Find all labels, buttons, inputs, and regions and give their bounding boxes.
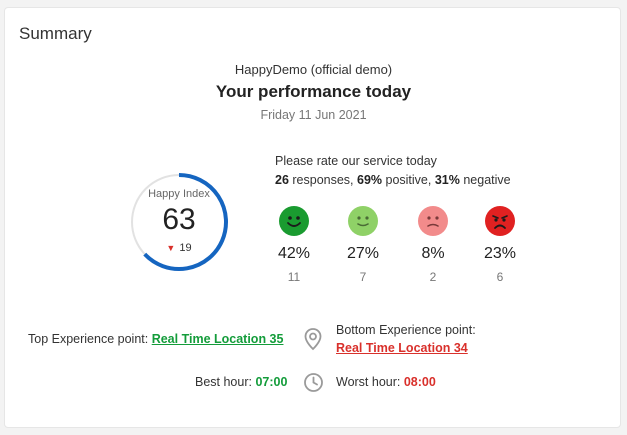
bottom-experience-link[interactable]: Real Time Location 34 bbox=[336, 341, 468, 355]
card-title: Summary bbox=[19, 24, 92, 43]
very-happy-count: 11 bbox=[287, 270, 301, 284]
company-name: HappyDemo (official demo) bbox=[234, 62, 393, 77]
report-date: Friday 11 Jun 2021 bbox=[260, 108, 367, 122]
rating-level-very-happy: 42% 11 bbox=[264, 206, 324, 284]
rating-level-very-sad: 23% 6 bbox=[470, 206, 530, 284]
down-triangle-icon: ▼ bbox=[166, 243, 176, 253]
very-sad-face-icon bbox=[485, 206, 515, 236]
clock-icon bbox=[304, 373, 323, 392]
map-pin-icon bbox=[304, 328, 322, 351]
rating-level-happy: 27% 7 bbox=[333, 206, 393, 284]
rating-stats: 26 responses, 69% positive, 31% negative bbox=[275, 173, 511, 187]
performance-heading: Your performance today bbox=[215, 82, 412, 101]
positive-percent: 69% bbox=[357, 173, 383, 187]
negative-percent: 31% bbox=[434, 173, 460, 187]
happy-index-label: Happy Index bbox=[148, 188, 210, 200]
sad-face-icon bbox=[418, 206, 448, 236]
happy-index-change-value: 19 bbox=[179, 242, 192, 254]
happy-index-gauge: Happy Index 63 ▼ 19 bbox=[129, 158, 229, 288]
happy-index-change: ▼ 19 bbox=[129, 242, 229, 254]
bottom-experience-label: Bottom Experience point: bbox=[336, 323, 476, 337]
best-hour: Best hour: 07:00 bbox=[195, 375, 287, 389]
summary-card: Summary HappyDemo (official demo) Your p… bbox=[4, 7, 621, 428]
sad-count: 2 bbox=[429, 270, 437, 284]
happy-percent: 27% bbox=[346, 245, 380, 262]
very-happy-percent: 42% bbox=[277, 245, 311, 262]
very-sad-count: 6 bbox=[496, 270, 504, 284]
top-experience-link[interactable]: Real Time Location 35 bbox=[152, 332, 284, 346]
happy-count: 7 bbox=[359, 270, 367, 284]
happy-index-value: 63 bbox=[162, 203, 196, 236]
worst-hour: Worst hour: 08:00 bbox=[336, 375, 436, 389]
top-experience-point: Top Experience point: Real Time Location… bbox=[28, 332, 283, 346]
worst-hour-label: Worst hour: bbox=[336, 375, 404, 389]
very-sad-percent: 23% bbox=[483, 245, 517, 262]
best-hour-label: Best hour: bbox=[195, 375, 256, 389]
bottom-experience-point: Bottom Experience point: Real Time Locat… bbox=[336, 323, 476, 355]
worst-hour-value: 08:00 bbox=[403, 375, 436, 389]
top-experience-label: Top Experience point: bbox=[28, 332, 152, 346]
best-hour-value: 07:00 bbox=[255, 375, 288, 389]
rating-prompt: Please rate our service today bbox=[275, 154, 437, 168]
rating-level-sad: 8% 2 bbox=[403, 206, 463, 284]
happy-face-icon bbox=[348, 206, 378, 236]
sad-percent: 8% bbox=[421, 245, 445, 262]
very-happy-face-icon bbox=[279, 206, 309, 236]
responses-count: 26 bbox=[275, 173, 289, 187]
